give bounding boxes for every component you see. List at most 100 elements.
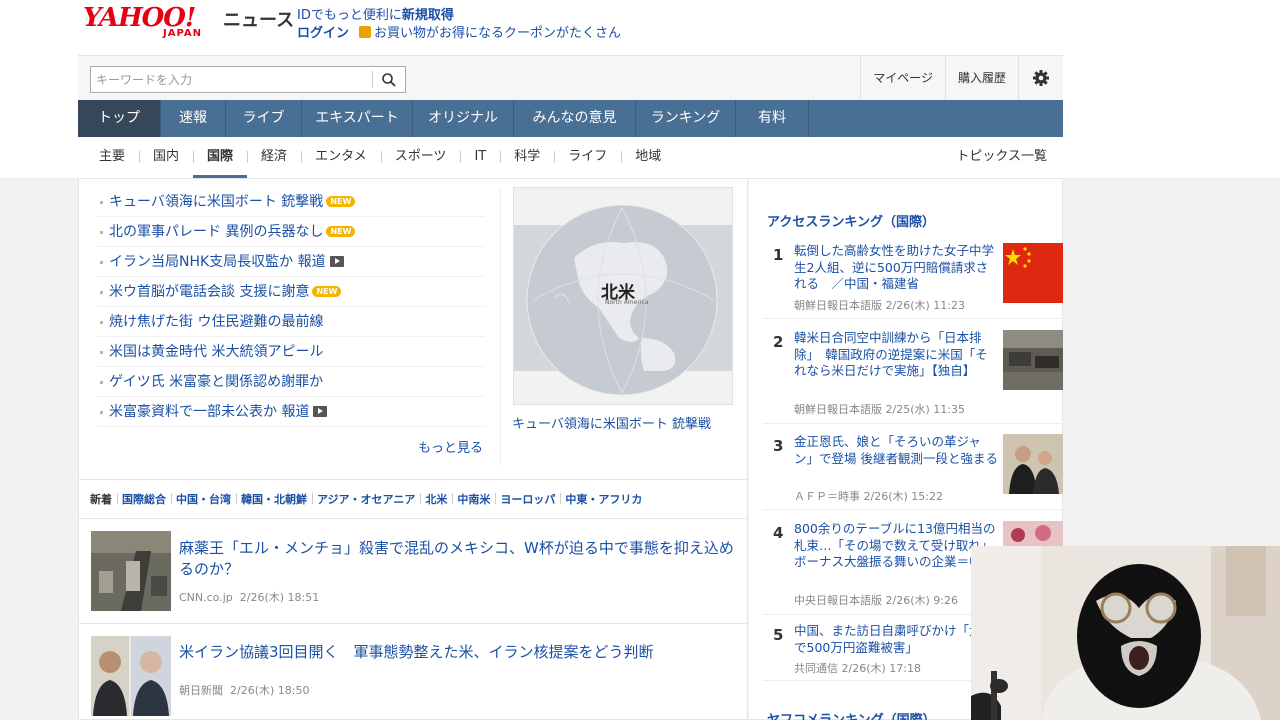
comment-ranking-title[interactable]: ヤフコメランキング（国際） (767, 709, 936, 720)
headline-link[interactable]: キューバ領海に米国ボート 銃撃戦 (109, 194, 323, 210)
headline-link[interactable]: 焼け焦げた街 ウ住民避難の最前線 (109, 314, 323, 330)
rank-meta: 朝鮮日報日本語版 2/26(木) 11:23 (794, 297, 965, 313)
rank-number: 2 (773, 333, 784, 351)
yahoo-logo[interactable]: YAHOO! JAPAN (83, 4, 223, 40)
webcam-overlay (971, 546, 1280, 720)
search-icon[interactable] (381, 72, 397, 88)
rank-source: 中央日報日本語版 (794, 594, 882, 607)
site-header: YAHOO! JAPAN ニュース IDでもっと便利に新規取得 ログイン お買い物… (78, 0, 1063, 56)
category-china-taiwan[interactable]: 中国・台湾 (171, 491, 236, 507)
headline-item[interactable]: 米国は黄金時代 米大統領アピール (97, 337, 485, 367)
article-item[interactable]: 米イラン協議3回目開く 軍事態勢整えた米、イラン核提案をどう判断 朝日新聞 2/… (79, 624, 747, 720)
video-icon (313, 406, 328, 417)
new-badge: NEW (326, 226, 356, 237)
category-middle-east-africa[interactable]: 中東・アフリカ (560, 491, 647, 507)
subnav-world[interactable]: 国際 (193, 137, 248, 178)
headline-link[interactable]: 米国は黄金時代 米大統領アピール (109, 344, 323, 360)
world-category-links: 新着 国際総合 中国・台湾 韓国・北朝鮮 アジア・オセアニア 北米 中南米 ヨー… (79, 479, 747, 519)
id-promo: IDでもっと便利に新規取得 (297, 4, 454, 23)
headline-item[interactable]: 北の軍事パレード 異例の兵器なし NEW (97, 217, 485, 247)
subnav-it[interactable]: IT (460, 137, 500, 178)
coupon-link[interactable]: お買い物がお得になるクーポンがたくさん (374, 26, 621, 41)
ranking-title[interactable]: アクセスランキング（国際） (767, 211, 935, 230)
article-source: 朝日新聞 (179, 684, 223, 697)
headline-link[interactable]: ゲイツ氏 米富豪と関係認め謝罪か (109, 374, 323, 390)
rank-source: 朝鮮日報日本語版 (794, 403, 882, 416)
category-korea[interactable]: 韓国・北朝鮮 (236, 491, 312, 507)
category-latin-america[interactable]: 中南米 (452, 491, 495, 507)
article-time: 2/26(木) 18:50 (230, 684, 310, 697)
rank-title[interactable]: 金正恩氏、娘と「そろいの革ジャン」で登場 後継者観測一段と強まる (794, 434, 999, 467)
article-thumbnail (91, 636, 171, 716)
subnav-main[interactable]: 主要 (78, 137, 139, 178)
video-icon (329, 256, 344, 267)
rank-thumbnail (1003, 434, 1063, 494)
nav-tab-paid[interactable]: 有料 (736, 100, 809, 137)
article-title[interactable]: 米イラン協議3回目開く 軍事態勢整えた米、イラン核提案をどう判断 (179, 642, 739, 663)
category-latest[interactable]: 新着 (90, 491, 117, 507)
webcam-person-image (971, 546, 1280, 720)
article-meta: CNN.co.jp 2/26(木) 18:51 (179, 589, 319, 605)
headline-item[interactable]: 米ウ首脳が電話会談 支援に謝意 NEW (97, 277, 485, 307)
subnav-sports[interactable]: スポーツ (380, 137, 461, 178)
subnav-business[interactable]: 経済 (247, 137, 301, 178)
category-world-general[interactable]: 国際総合 (117, 491, 171, 507)
nav-tab-original[interactable]: オリジナル (413, 100, 514, 137)
more-link[interactable]: もっと見る (418, 437, 483, 456)
nav-tab-ranking[interactable]: ランキング (636, 100, 736, 137)
rank-meta: ＡＦＰ＝時事 2/26(木) 15:22 (794, 488, 943, 504)
user-links: マイページ 購入履歴 (860, 56, 1063, 100)
article-title[interactable]: 麻薬王「エル・メンチョ」殺害で混乱のメキシコ、W杯が迫る中で事態を抑え込めるのか… (179, 538, 739, 580)
subnav-science[interactable]: 科学 (500, 137, 554, 178)
subnav-domestic[interactable]: 国内 (139, 137, 193, 178)
category-nav: 主要 国内 国際 経済 エンタメ スポーツ IT 科学 ライフ 地域 トピックス… (78, 137, 1063, 178)
main-nav: トップ 速報 ライブ エキスパート オリジナル みんなの意見 ランキング 有料 (78, 100, 1063, 137)
topic-map-image[interactable]: 北米 North America (513, 187, 733, 405)
rank-title[interactable]: 中国、また訪日自粛呼びかけ「大阪で500万円盗難被害」 (794, 623, 999, 656)
login-link[interactable]: ログイン (297, 26, 349, 41)
nav-tab-live[interactable]: ライブ (226, 100, 302, 137)
divider (500, 187, 501, 465)
subnav-life[interactable]: ライフ (554, 137, 621, 178)
logo-sub: JAPAN (163, 28, 202, 39)
headline-item[interactable]: ゲイツ氏 米富豪と関係認め謝罪か (97, 367, 485, 397)
headline-link[interactable]: 北の軍事パレード 異例の兵器なし (109, 224, 323, 240)
rank-time: 2/26(木) 11:23 (885, 299, 965, 312)
settings-button[interactable] (1018, 56, 1063, 100)
map-caption-link[interactable]: キューバ領海に米国ボート 銃撃戦 (512, 413, 711, 432)
category-north-america[interactable]: 北米 (420, 491, 452, 507)
headline-link[interactable]: 米ウ首脳が電話会談 支援に謝意 (109, 284, 309, 300)
subnav-local[interactable]: 地域 (621, 137, 675, 178)
map-sublabel: North America (605, 299, 649, 306)
nav-tab-top[interactable]: トップ (78, 100, 161, 137)
article-item[interactable]: 麻薬王「エル・メンチョ」殺害で混乱のメキシコ、W杯が迫る中で事態を抑え込めるのか… (79, 520, 747, 624)
category-europe[interactable]: ヨーロッパ (495, 491, 560, 507)
ranking-item[interactable]: 2 韓米日合同空中訓練から「日本排除」 韓国政府の逆提案に米国「それなら米日だけ… (763, 330, 1063, 424)
headline-link[interactable]: イラン当局NHK支局長収監か 報道 (109, 254, 326, 270)
ranking-item[interactable]: 3 金正恩氏、娘と「そろいの革ジャン」で登場 後継者観測一段と強まる ＡＦＰ＝時… (763, 434, 1063, 510)
nav-tab-opinion[interactable]: みんなの意見 (514, 100, 636, 137)
topics-list-link[interactable]: トピックス一覧 (956, 137, 1047, 177)
headline-item[interactable]: キューバ領海に米国ボート 銃撃戦 NEW (97, 187, 485, 217)
headline-link[interactable]: 米富豪資料で一部未公表か 報道 (109, 404, 309, 420)
nav-tab-flash[interactable]: 速報 (161, 100, 226, 137)
rank-title[interactable]: 韓米日合同空中訓練から「日本排除」 韓国政府の逆提案に米国「それなら米日だけで実… (794, 330, 999, 380)
subnav-entertainment[interactable]: エンタメ (301, 137, 381, 178)
rank-title[interactable]: 転倒した高齢女性を助けた女子中学生2人組、逆に500万円賠償請求される ／中国・… (794, 243, 999, 293)
mypage-link[interactable]: マイページ (860, 56, 945, 100)
headline-item[interactable]: イラン当局NHK支局長収監か 報道 (97, 247, 485, 277)
search-input[interactable] (91, 67, 373, 92)
ranking-item[interactable]: 1 転倒した高齢女性を助けた女子中学生2人組、逆に500万円賠償請求される ／中… (763, 243, 1063, 319)
nav-tab-expert[interactable]: エキスパート (302, 100, 413, 137)
service-name[interactable]: ニュース (223, 6, 294, 32)
rank-title[interactable]: 800余りのテーブルに13億円相当の札束…「その場で数えて受け取れ」ボーナス大盤… (794, 521, 999, 571)
main-column: キューバ領海に米国ボート 銃撃戦 NEW 北の軍事パレード 異例の兵器なし NEW … (78, 178, 748, 720)
headline-item[interactable]: 焼け焦げた街 ウ住民避難の最前線 (97, 307, 485, 337)
rank-thumbnail (1003, 330, 1063, 390)
rank-number: 4 (773, 524, 784, 542)
signup-link[interactable]: 新規取得 (402, 8, 454, 23)
purchase-history-link[interactable]: 購入履歴 (944, 56, 1018, 100)
gear-icon (1033, 70, 1049, 86)
headline-item[interactable]: 米富豪資料で一部未公表か 報道 (97, 397, 485, 427)
category-asia-oceania[interactable]: アジア・オセアニア (312, 491, 420, 507)
